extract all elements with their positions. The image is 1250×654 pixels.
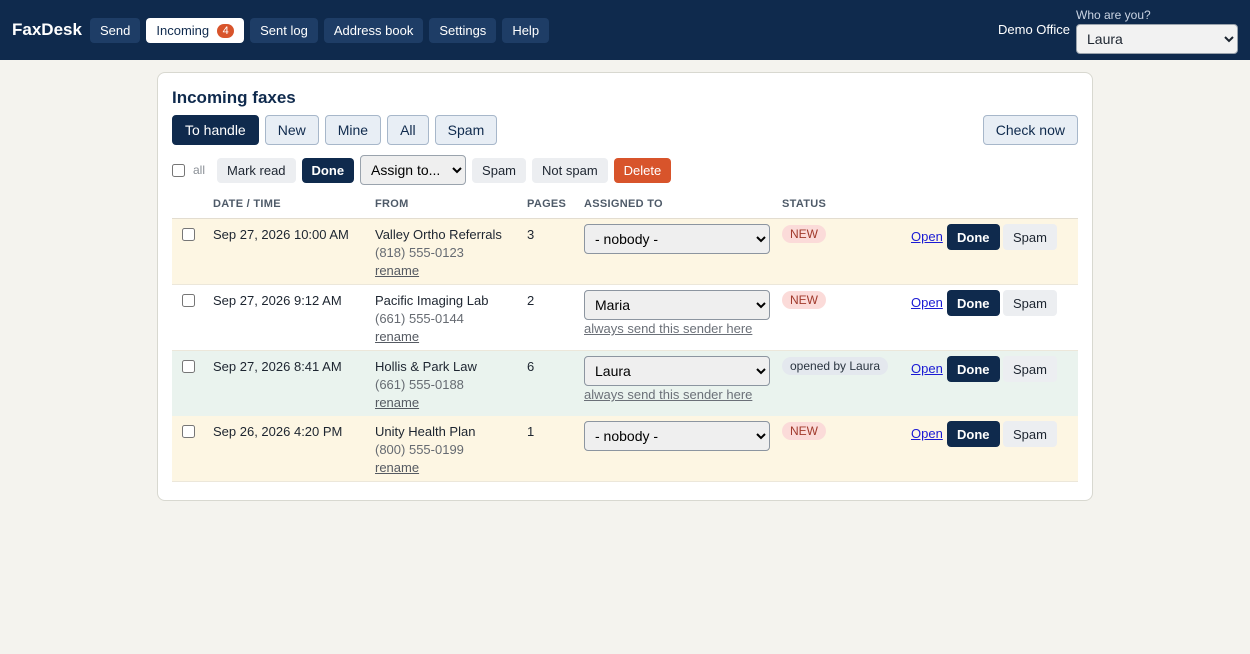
status-badge: opened by Laura [782, 357, 889, 375]
row-done-button[interactable]: Done [947, 421, 1000, 447]
header-assigned: ASSIGNED TO [584, 198, 663, 210]
delete-button[interactable]: Delete [613, 157, 672, 183]
assign-to-select[interactable]: Assign to... [360, 155, 467, 185]
user-select[interactable]: Laura [1076, 24, 1238, 54]
row-assign-select[interactable]: Maria [584, 290, 770, 320]
row-spam-button[interactable]: Spam [1003, 290, 1057, 316]
row-date: Sep 26, 2026 4:20 PM [213, 424, 343, 439]
nav-address-book[interactable]: Address book [323, 18, 424, 43]
row-spam-button[interactable]: Spam [1003, 356, 1057, 382]
header-date: DATE / TIME [213, 198, 281, 210]
main-nav: Send Incoming 4 Sent log Address book Se… [90, 18, 550, 43]
filter-all[interactable]: All [387, 115, 429, 145]
row-checkbox[interactable] [182, 228, 195, 241]
top-bar: FaxDesk Send Incoming 4 Sent log Address… [0, 0, 1250, 60]
sender-name: Pacific Imaging Lab [375, 293, 489, 308]
incoming-count-badge: 4 [217, 23, 235, 38]
header-from: FROM [375, 198, 409, 210]
rename-link[interactable]: rename [375, 394, 477, 412]
row-assign-select[interactable]: Laura [584, 356, 770, 386]
sender-name: Hollis & Park Law [375, 359, 477, 374]
row-done-button[interactable]: Done [947, 356, 1000, 382]
row-assign-select[interactable]: - nobody - [584, 224, 770, 254]
incoming-card: Incoming faxes To handle New Mine All Sp… [157, 72, 1093, 501]
sender-phone: (661) 555-0144 [375, 311, 464, 326]
table-header: DATE / TIME FROM PAGES ASSIGNED TO STATU… [172, 195, 1078, 219]
row-from: Unity Health Plan (800) 555-0199 rename [375, 423, 475, 477]
sender-name: Valley Ortho Referrals [375, 227, 502, 242]
nav-sent-log[interactable]: Sent log [250, 18, 318, 43]
sender-phone: (800) 555-0199 [375, 442, 464, 457]
row-from: Pacific Imaging Lab (661) 555-0144 renam… [375, 292, 488, 346]
always-send-link[interactable]: always send this sender here [584, 387, 752, 402]
table-row: Sep 26, 2026 4:20 PM Unity Health Plan (… [172, 416, 1078, 482]
mark-read-button[interactable]: Mark read [217, 157, 296, 183]
select-all-label: all [193, 163, 206, 177]
nav-incoming-label: Incoming [156, 23, 210, 38]
row-pages: 6 [527, 359, 535, 374]
nav-send[interactable]: Send [90, 18, 141, 43]
nav-help[interactable]: Help [502, 18, 550, 43]
filter-new[interactable]: New [264, 115, 319, 145]
open-link[interactable]: Open [911, 295, 943, 310]
nav-incoming[interactable]: Incoming 4 [146, 18, 245, 43]
bulk-spam-button[interactable]: Spam [472, 157, 527, 183]
sender-phone: (818) 555-0123 [375, 245, 464, 260]
nav-settings[interactable]: Settings [429, 18, 497, 43]
row-checkbox[interactable] [182, 294, 195, 307]
header-pages: PAGES [527, 198, 567, 210]
rename-link[interactable]: rename [375, 262, 502, 280]
row-date: Sep 27, 2026 10:00 AM [213, 227, 349, 242]
open-link[interactable]: Open [911, 361, 943, 376]
row-pages: 2 [527, 293, 535, 308]
row-date: Sep 27, 2026 8:41 AM [213, 359, 342, 374]
row-spam-button[interactable]: Spam [1003, 421, 1057, 447]
open-link[interactable]: Open [911, 229, 943, 244]
user-select-label: Who are you? [1076, 8, 1151, 22]
page-title: Incoming faxes [172, 88, 296, 107]
status-badge: NEW [782, 291, 826, 309]
app-brand: FaxDesk [12, 20, 82, 39]
always-send-link[interactable]: always send this sender here [584, 321, 752, 336]
not-spam-button[interactable]: Not spam [532, 157, 608, 183]
filter-mine[interactable]: Mine [324, 115, 382, 145]
row-assign-select[interactable]: - nobody - [584, 421, 770, 451]
row-checkbox[interactable] [182, 360, 195, 373]
table-row: Sep 27, 2026 9:12 AM Pacific Imaging Lab… [172, 285, 1078, 351]
row-from: Valley Ortho Referrals (818) 555-0123 re… [375, 226, 502, 280]
row-checkbox[interactable] [182, 425, 195, 438]
row-pages: 1 [527, 424, 535, 439]
row-spam-button[interactable]: Spam [1003, 224, 1057, 250]
rename-link[interactable]: rename [375, 328, 488, 346]
bulk-done-button[interactable]: Done [301, 157, 355, 183]
row-from: Hollis & Park Law (661) 555-0188 rename [375, 358, 477, 412]
row-pages: 3 [527, 227, 535, 242]
header-status: STATUS [782, 198, 827, 210]
bulk-actions: all Mark read Done Assign to... Spam Not… [172, 155, 672, 185]
office-name: Demo Office [998, 22, 1071, 37]
rename-link[interactable]: rename [375, 459, 475, 477]
sender-name: Unity Health Plan [375, 424, 476, 439]
status-badge: NEW [782, 225, 826, 243]
sender-phone: (661) 555-0188 [375, 377, 464, 392]
filter-spam[interactable]: Spam [434, 115, 498, 145]
filter-tabs: To handle New Mine All Spam [172, 115, 498, 145]
table-row: Sep 27, 2026 10:00 AM Valley Ortho Refer… [172, 219, 1078, 285]
status-badge: NEW [782, 422, 826, 440]
select-all-checkbox[interactable] [172, 163, 185, 177]
row-date: Sep 27, 2026 9:12 AM [213, 293, 342, 308]
row-done-button[interactable]: Done [947, 224, 1000, 250]
table-row: Sep 27, 2026 8:41 AM Hollis & Park Law (… [172, 351, 1078, 417]
row-done-button[interactable]: Done [947, 290, 1000, 316]
open-link[interactable]: Open [911, 426, 943, 441]
check-now-button[interactable]: Check now [982, 115, 1078, 145]
filter-to-handle[interactable]: To handle [172, 115, 259, 145]
